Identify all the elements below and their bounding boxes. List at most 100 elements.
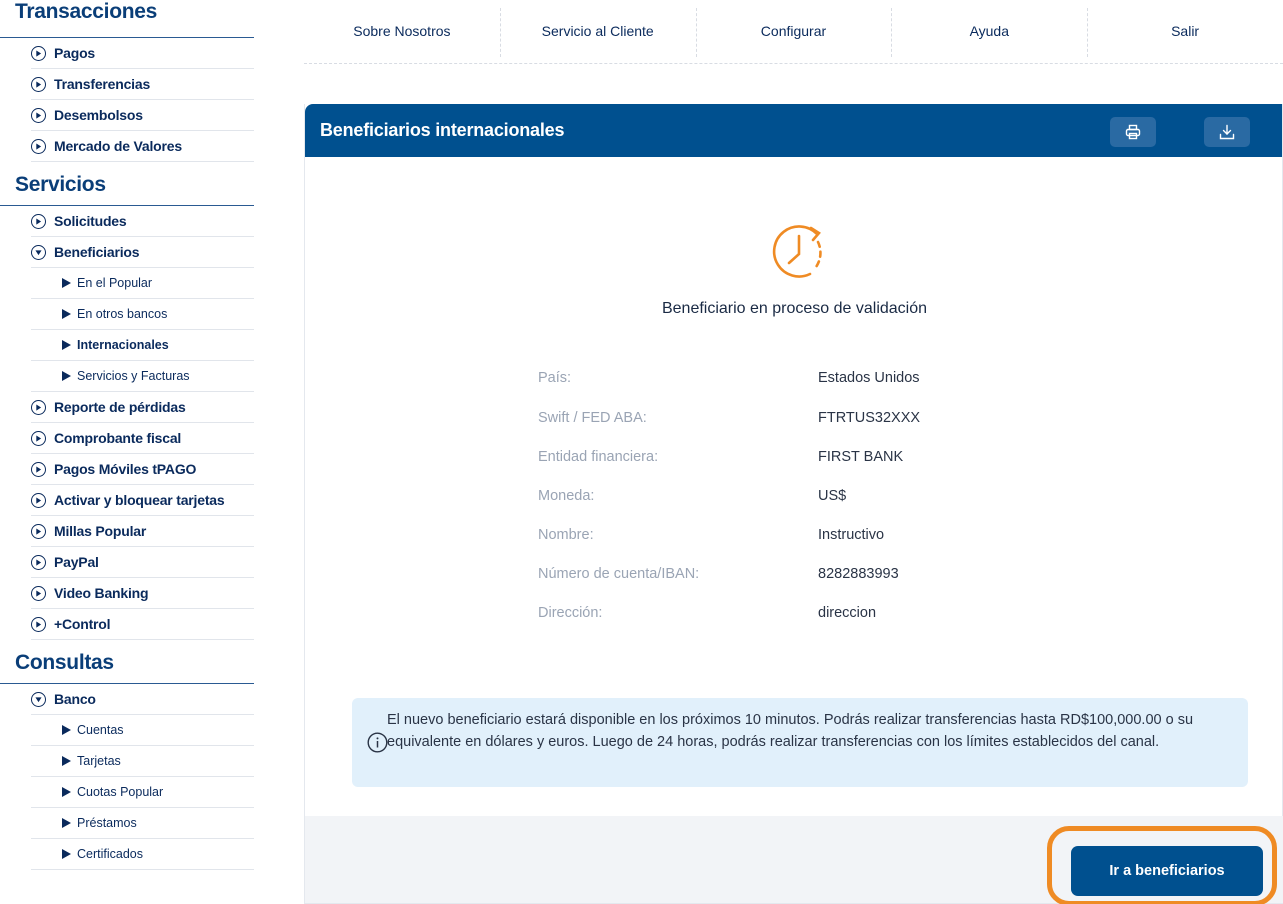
play-circle-icon <box>31 45 46 61</box>
triangle-right-icon <box>62 340 71 350</box>
sidebar-item-beneficiarios[interactable]: Beneficiarios <box>31 237 254 268</box>
sidebar-item-control[interactable]: +Control <box>31 609 254 640</box>
sidebar-item-comprobante-fiscal[interactable]: Comprobante fiscal <box>31 423 254 454</box>
triangle-right-icon <box>62 756 71 766</box>
sidebar-subitem-en-el-popular[interactable]: En el Popular <box>31 268 254 299</box>
play-circle-icon <box>31 213 46 229</box>
notice-text: El nuevo beneficiario estará disponible … <box>387 712 1194 750</box>
detail-label: Swift / FED ABA: <box>538 410 647 426</box>
play-circle-icon <box>31 107 46 123</box>
sidebar-item-label: Activar y bloquear tarjetas <box>54 492 225 508</box>
ir-a-beneficiarios-button[interactable]: Ir a beneficiarios <box>1071 846 1263 896</box>
play-circle-icon <box>31 616 46 632</box>
sidebar-item-label: PayPal <box>54 554 99 570</box>
play-circle-icon <box>31 138 46 154</box>
sidebar-item-solicitudes[interactable]: Solicitudes <box>31 206 254 237</box>
info-notice: El nuevo beneficiario estará disponible … <box>352 698 1248 787</box>
sidebar-subitem-internacionales[interactable]: Internacionales <box>31 330 254 361</box>
sidebar-subitem-label: En otros bancos <box>77 307 168 321</box>
section-title-servicios: Servicios <box>0 170 254 206</box>
sidebar-subitem-label: Cuotas Popular <box>77 785 164 799</box>
sidebar-item-mercado-de-valores[interactable]: Mercado de Valores <box>31 131 254 162</box>
sidebar-item-pagos-moviles-tpago[interactable]: Pagos Móviles tPAGO <box>31 454 254 485</box>
triangle-right-icon <box>62 818 71 828</box>
nav-salir[interactable]: Salir <box>1087 0 1283 63</box>
sidebar-subitem-label: Servicios y Facturas <box>77 369 190 383</box>
sidebar-item-label: Beneficiarios <box>54 244 140 260</box>
detail-value: direccion <box>818 605 877 621</box>
download-icon <box>1219 124 1235 140</box>
sidebar-subitem-servicios-y-facturas[interactable]: Servicios y Facturas <box>31 361 254 392</box>
nav-servicio-al-cliente[interactable]: Servicio al Cliente <box>499 0 696 63</box>
detail-value: US$ <box>818 488 847 504</box>
page-title: Beneficiarios internacionales <box>320 120 565 140</box>
sidebar-item-label: Reporte de pérdidas <box>54 399 186 415</box>
detail-label: Nombre: <box>538 527 594 543</box>
sidebar-subitem-label: En el Popular <box>77 276 153 290</box>
play-circle-icon <box>31 492 46 508</box>
sidebar-item-label: Transferencias <box>54 76 151 92</box>
sidebar: Transacciones Pagos Transferencias Desem… <box>0 0 262 904</box>
nav-ayuda[interactable]: Ayuda <box>891 0 1087 63</box>
sidebar-item-label: +Control <box>54 616 111 632</box>
play-circle-icon <box>31 585 46 601</box>
detail-value: 8282883993 <box>818 566 899 582</box>
print-icon <box>1125 124 1141 140</box>
play-circle-icon <box>31 76 46 92</box>
detail-value: FIRST BANK <box>818 449 904 465</box>
play-circle-icon <box>31 523 46 539</box>
section-title-transacciones: Transacciones <box>0 0 254 38</box>
sidebar-subitem-label: Tarjetas <box>77 754 121 768</box>
sidebar-item-desembolsos[interactable]: Desembolsos <box>31 100 254 131</box>
detail-label: Número de cuenta/IBAN: <box>538 566 700 582</box>
sidebar-item-label: Pagos <box>54 45 96 61</box>
sidebar-item-label: Banco <box>54 691 96 707</box>
sidebar-subitem-certificados[interactable]: Certificados <box>31 839 254 870</box>
sidebar-item-transferencias[interactable]: Transferencias <box>31 69 254 100</box>
sidebar-item-activar-y-bloquear-tarjetas[interactable]: Activar y bloquear tarjetas <box>31 485 254 516</box>
sidebar-subitem-label: Internacionales <box>77 338 169 352</box>
triangle-right-icon <box>62 787 71 797</box>
triangle-right-icon <box>62 278 71 288</box>
sidebar-item-label: Mercado de Valores <box>54 138 182 154</box>
sidebar-item-reporte-de-perdidas[interactable]: Reporte de pérdidas <box>31 392 254 423</box>
sidebar-item-label: Comprobante fiscal <box>54 430 182 446</box>
sidebar-item-pagos[interactable]: Pagos <box>31 38 254 69</box>
sidebar-item-millas-popular[interactable]: Millas Popular <box>31 516 254 547</box>
detail-label: Dirección: <box>538 605 603 621</box>
sidebar-subitem-prestamos[interactable]: Préstamos <box>31 808 254 839</box>
sidebar-item-label: Desembolsos <box>54 107 143 123</box>
sidebar-item-label: Solicitudes <box>54 213 127 229</box>
download-button[interactable] <box>1204 117 1250 147</box>
sidebar-item-video-banking[interactable]: Video Banking <box>31 578 254 609</box>
sidebar-item-label: Millas Popular <box>54 523 147 539</box>
section-title-consultas: Consultas <box>0 648 254 684</box>
detail-label: País: <box>538 370 572 386</box>
sidebar-subitem-en-otros-bancos[interactable]: En otros bancos <box>31 299 254 330</box>
triangle-right-icon <box>62 309 71 319</box>
nav-configurar[interactable]: Configurar <box>695 0 892 63</box>
sidebar-item-banco[interactable]: Banco <box>31 684 254 715</box>
sidebar-item-label: Pagos Móviles tPAGO <box>54 461 197 477</box>
sidebar-subitem-cuentas[interactable]: Cuentas <box>31 715 254 746</box>
chevron-down-circle-icon <box>31 244 46 260</box>
info-icon <box>367 732 388 753</box>
play-circle-icon <box>31 461 46 477</box>
top-nav: Sobre Nosotros Servicio al Cliente Confi… <box>304 0 1283 64</box>
sidebar-subitem-tarjetas[interactable]: Tarjetas <box>31 746 254 777</box>
detail-value: Instructivo <box>818 527 885 543</box>
detail-label: Moneda: <box>538 488 595 504</box>
sidebar-item-label: Video Banking <box>54 585 149 601</box>
chevron-down-circle-icon <box>31 691 46 707</box>
sidebar-item-paypal[interactable]: PayPal <box>31 547 254 578</box>
sidebar-subitem-label: Cuentas <box>77 723 124 737</box>
detail-value: Estados Unidos <box>818 370 920 386</box>
status-message: Beneficiario en proceso de validación <box>661 300 928 317</box>
triangle-right-icon <box>62 849 71 859</box>
clock-icon <box>772 225 822 278</box>
nav-sobre-nosotros[interactable]: Sobre Nosotros <box>304 0 500 63</box>
sidebar-subitem-label: Certificados <box>77 847 143 861</box>
print-button[interactable] <box>1110 117 1156 147</box>
sidebar-subitem-cuotas-popular[interactable]: Cuotas Popular <box>31 777 254 808</box>
triangle-right-icon <box>62 371 71 381</box>
